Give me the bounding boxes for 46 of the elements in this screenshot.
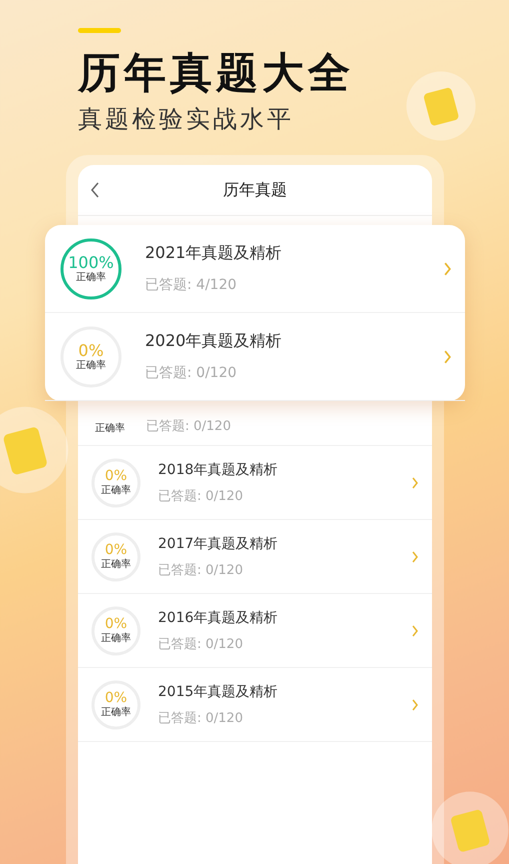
accuracy-percent: 0% <box>104 616 128 632</box>
accuracy-label: 正确率 <box>94 423 126 435</box>
exam-list-item[interactable]: 0% 正确率 2020年真题及精析 已答题: 0/120 <box>45 313 465 401</box>
accuracy-label: 正确率 <box>101 558 131 571</box>
exam-title: 2021年真题及精析 <box>145 243 283 264</box>
exam-title: 2018年真题及精析 <box>158 460 279 478</box>
exam-title: 2020年真题及精析 <box>145 331 283 352</box>
accuracy-percent: 0% <box>104 542 128 558</box>
accent-bar <box>78 28 121 33</box>
answered-count: 已答题: 0/120 <box>158 710 244 726</box>
chevron-right-icon <box>444 262 451 276</box>
exam-title: 2015年真题及精析 <box>158 682 279 700</box>
exam-list-item[interactable]: 0% 正确率 2017年真题及精析 已答题: 0/120 <box>78 520 432 594</box>
back-icon[interactable] <box>90 182 100 198</box>
chevron-right-icon <box>412 624 418 636</box>
accuracy-label: 正确率 <box>76 272 106 284</box>
accuracy-percent: 0% <box>78 340 104 360</box>
accuracy-label: 正确率 <box>101 632 131 645</box>
exam-title: 2016年真题及精析 <box>158 608 279 626</box>
chevron-right-icon <box>444 350 451 364</box>
exam-list-item[interactable]: 0% 正确率 2015年真题及精析 已答题: 0/120 <box>78 668 432 742</box>
chevron-right-icon <box>412 550 418 562</box>
answered-count: 已答题: 0/120 <box>158 636 244 652</box>
accuracy-percent: 0% <box>104 468 128 484</box>
chevron-right-icon <box>412 476 418 488</box>
answered-count: 已答题: 4/120 <box>145 276 238 294</box>
answered-count: 已答题: 0/120 <box>145 364 238 382</box>
exam-title: 2017年真题及精析 <box>158 534 279 552</box>
headline-title: 历年真题大全 <box>78 47 355 99</box>
screen-title: 历年真题 <box>223 180 287 200</box>
accuracy-percent: 0% <box>104 690 128 706</box>
exam-list-item[interactable]: 0% 正确率 2018年真题及精析 已答题: 0/120 <box>78 446 432 520</box>
document-bubble-icon <box>405 70 477 142</box>
document-bubble-icon <box>0 405 70 495</box>
accuracy-label: 正确率 <box>101 706 131 719</box>
exam-list-item[interactable]: 0% 正确率 2016年真题及精析 已答题: 0/120 <box>78 594 432 668</box>
accuracy-percent: 100% <box>68 252 114 272</box>
chevron-right-icon <box>412 698 418 710</box>
accuracy-label: 正确率 <box>101 484 131 497</box>
accuracy-label: 正确率 <box>76 360 106 372</box>
answered-count: 已答题: 0/120 <box>158 488 244 504</box>
headline-subtitle: 真题检验实战水平 <box>78 104 295 135</box>
exam-list-item[interactable]: 100% 正确率 2021年真题及精析 已答题: 4/120 <box>45 225 465 313</box>
answered-count: 已答题: 0/120 <box>158 562 244 578</box>
document-bubble-icon <box>430 790 509 864</box>
answered-count: 已答题: 0/120 <box>146 418 231 435</box>
